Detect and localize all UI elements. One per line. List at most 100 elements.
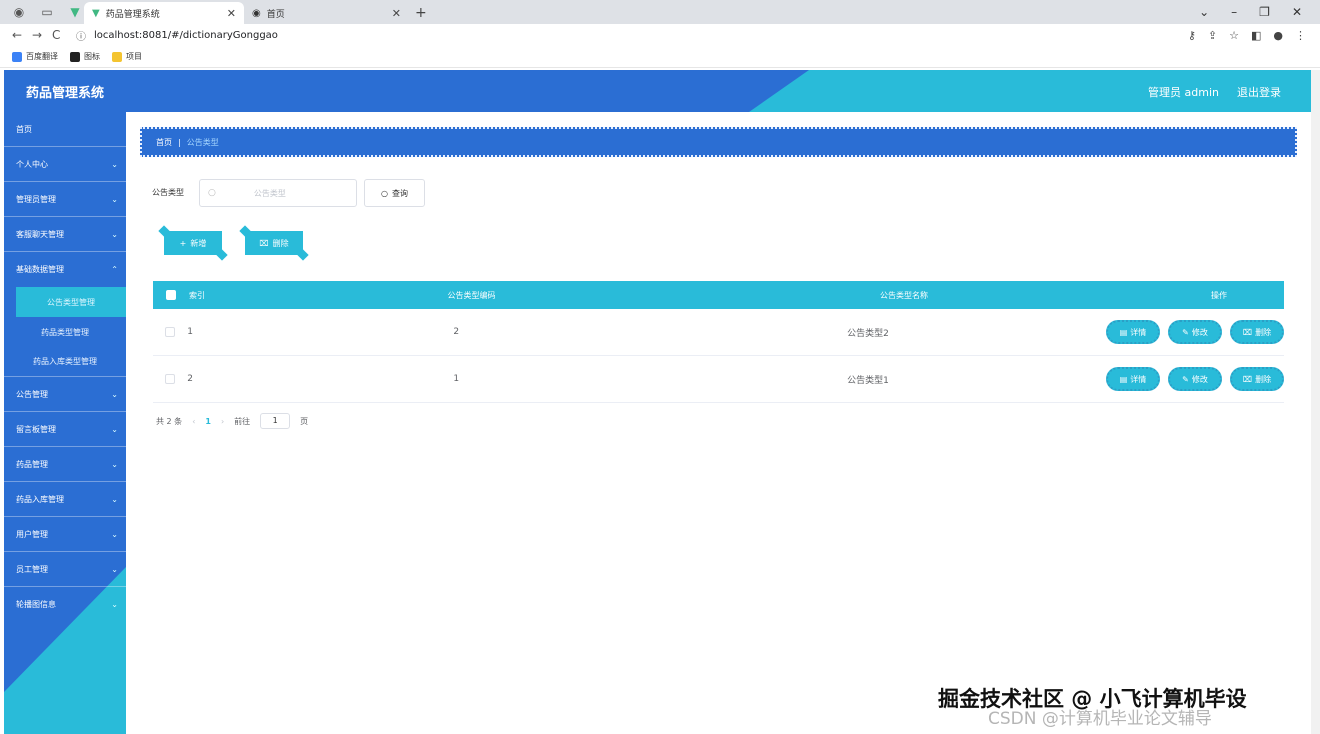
bookmark-label: 图标 <box>84 52 100 61</box>
url-field[interactable]: ⓘ localhost:8081/#/dictionaryGonggao <box>76 28 1188 43</box>
bookmark-item[interactable]: 图标 <box>70 51 100 62</box>
bookmark-item[interactable]: 百度翻译 <box>12 51 58 62</box>
trash-icon: ⌧ <box>1242 374 1253 384</box>
sidebar-item-profile[interactable]: 个人中心 ⌄ <box>4 147 126 182</box>
star-icon[interactable]: ☆ <box>1229 29 1239 42</box>
bookmark-item[interactable]: 项目 <box>112 51 142 62</box>
bookmark-label: 项目 <box>126 52 142 61</box>
reload-icon[interactable]: C <box>52 28 72 42</box>
cell-index: 1 <box>187 327 194 337</box>
edit-icon: ✎ <box>1182 327 1189 337</box>
sidebar-item-label: 客服聊天管理 <box>16 229 64 239</box>
select-all-checkbox[interactable] <box>166 290 176 300</box>
row-delete-button[interactable]: ⌧ 删除 <box>1230 320 1285 344</box>
blank-tab-icon[interactable]: ▭ <box>38 3 56 21</box>
browser-tab-bar: ◉ ▭ ▼ ▼ 药品管理系统 ✕ ◉ 首页 ✕ + ⌄ – ❐ ✕ <box>0 0 1320 24</box>
add-button[interactable]: + 新增 <box>164 231 222 255</box>
close-icon[interactable]: ✕ <box>392 7 401 20</box>
sidebar-item-carousel[interactable]: 轮播图信息 ⌄ <box>4 587 126 622</box>
search-icon: ○ <box>381 188 388 198</box>
sidebar-item-stock-in[interactable]: 药品入库管理 ⌄ <box>4 482 126 517</box>
trash-icon: ⌧ <box>1242 327 1253 337</box>
pagination-current-page[interactable]: 1 <box>205 417 211 426</box>
sidebar-item-base-data[interactable]: 基础数据管理 ⌃ <box>4 252 126 287</box>
cell-code: 2 <box>453 327 460 337</box>
tab-active[interactable]: ▼ 药品管理系统 ✕ <box>84 2 244 24</box>
forward-icon[interactable]: → <box>32 28 52 42</box>
vue-logo-icon[interactable]: ▼ <box>66 3 84 21</box>
sidebar-item-staff[interactable]: 员工管理 ⌄ <box>4 552 126 587</box>
close-icon[interactable]: ✕ <box>1292 5 1302 19</box>
pagination-goto-input[interactable]: 1 <box>260 413 291 429</box>
sidebar-item-notice[interactable]: 公告管理 ⌄ <box>4 377 126 412</box>
translate-icon <box>12 51 22 62</box>
breadcrumb-separator: | <box>178 137 181 147</box>
delete-button[interactable]: ⌧ 删除 <box>245 231 303 255</box>
sidebar-subitem-label: 药品入库类型管理 <box>33 357 97 366</box>
edit-icon: ✎ <box>1182 374 1189 384</box>
watermark-primary: 掘金技术社区 @ 小飞计算机毕设 <box>938 687 1247 711</box>
row-delete-button[interactable]: ⌧ 删除 <box>1230 367 1285 391</box>
search-label: 公告类型 <box>152 188 184 197</box>
scrollbar-track[interactable] <box>1311 70 1320 734</box>
delete-label: 删除 <box>1255 374 1272 384</box>
sidebar-item-drug[interactable]: 药品管理 ⌄ <box>4 447 126 482</box>
chevron-down-icon[interactable]: ⌄ <box>1199 5 1209 19</box>
close-icon[interactable]: ✕ <box>227 7 236 20</box>
search-placeholder: 公告类型 <box>253 188 286 198</box>
cell-operations: ▤ 详情 ✎ 修改 ⌧ 删除 <box>1106 367 1285 391</box>
app-header: 药品管理系统 管理员 admin 退出登录 <box>4 70 1311 112</box>
window-controls: ⌄ – ❐ ✕ <box>1199 5 1320 19</box>
detail-button[interactable]: ▤ 详情 <box>1106 320 1161 344</box>
pagination-suffix: 页 <box>300 416 309 426</box>
delete-button-label: 删除 <box>272 238 289 248</box>
detail-label: 详情 <box>1130 374 1147 384</box>
sidebar-item-label: 用户管理 <box>16 529 48 539</box>
sidebar-subitem-notice-type[interactable]: 公告类型管理 <box>16 287 126 317</box>
cell-name: 公告类型1 <box>847 375 889 386</box>
edit-button[interactable]: ✎ 修改 <box>1168 320 1223 344</box>
chevron-down-icon: ⌄ <box>111 565 118 574</box>
tab-inactive[interactable]: ◉ 首页 ✕ <box>244 2 409 24</box>
search-button[interactable]: ○ 查询 <box>364 179 425 207</box>
column-header: 索引 <box>189 290 205 300</box>
sidebar-item-label: 管理员管理 <box>16 194 56 204</box>
edit-button[interactable]: ✎ 修改 <box>1168 367 1223 391</box>
logout-link[interactable]: 退出登录 <box>1237 84 1281 100</box>
share-icon[interactable]: ⇪ <box>1208 29 1217 42</box>
breadcrumb-home[interactable]: 首页 <box>156 137 172 148</box>
minimize-icon[interactable]: – <box>1231 5 1237 19</box>
sidebar-subitem-drug-type[interactable]: 药品类型管理 <box>4 317 126 347</box>
chevron-up-icon: ⌃ <box>111 265 118 274</box>
cell-name: 公告类型2 <box>847 328 889 339</box>
sidebar-item-label: 员工管理 <box>16 564 48 574</box>
info-icon[interactable]: ⓘ <box>76 28 86 43</box>
globe-icon[interactable]: ◉ <box>10 3 28 21</box>
sidebar-item-chat[interactable]: 客服聊天管理 ⌄ <box>4 217 126 252</box>
row-checkbox[interactable] <box>165 374 176 384</box>
menu-icon[interactable]: ⋮ <box>1295 29 1306 42</box>
detail-button[interactable]: ▤ 详情 <box>1106 367 1161 391</box>
restore-icon[interactable]: ❐ <box>1259 5 1270 19</box>
profile-icon[interactable]: ● <box>1273 29 1283 42</box>
sidebar-item-message-board[interactable]: 留言板管理 ⌄ <box>4 412 126 447</box>
chevron-left-icon[interactable]: ‹ <box>192 417 195 426</box>
sidepanel-icon[interactable]: ◧ <box>1251 29 1261 42</box>
sidebar-item-label: 首页 <box>16 124 32 134</box>
table-row: 1 2 公告类型2 ▤ 详情 ✎ 修改 ⌧ 删除 <box>153 309 1285 356</box>
row-checkbox[interactable] <box>165 327 176 337</box>
chevron-down-icon: ⌄ <box>111 160 118 169</box>
sidebar-item-home[interactable]: 首页 <box>4 112 126 147</box>
sidebar-item-user[interactable]: 用户管理 ⌄ <box>4 517 126 552</box>
sidebar-item-label: 公告管理 <box>16 389 48 399</box>
new-tab-icon[interactable]: + <box>415 5 427 21</box>
key-icon[interactable]: ⚷ <box>1188 29 1196 42</box>
chevron-down-icon: ⌄ <box>111 230 118 239</box>
search-input[interactable]: ○ 公告类型 <box>199 179 357 207</box>
trash-icon: ⌧ <box>259 238 269 248</box>
back-icon[interactable]: ← <box>12 28 32 42</box>
chevron-right-icon[interactable]: › <box>221 417 224 426</box>
sidebar-subitem-stock-type[interactable]: 药品入库类型管理 <box>4 347 126 377</box>
column-header: 公告类型编码 <box>447 290 496 300</box>
sidebar-item-admin[interactable]: 管理员管理 ⌄ <box>4 182 126 217</box>
